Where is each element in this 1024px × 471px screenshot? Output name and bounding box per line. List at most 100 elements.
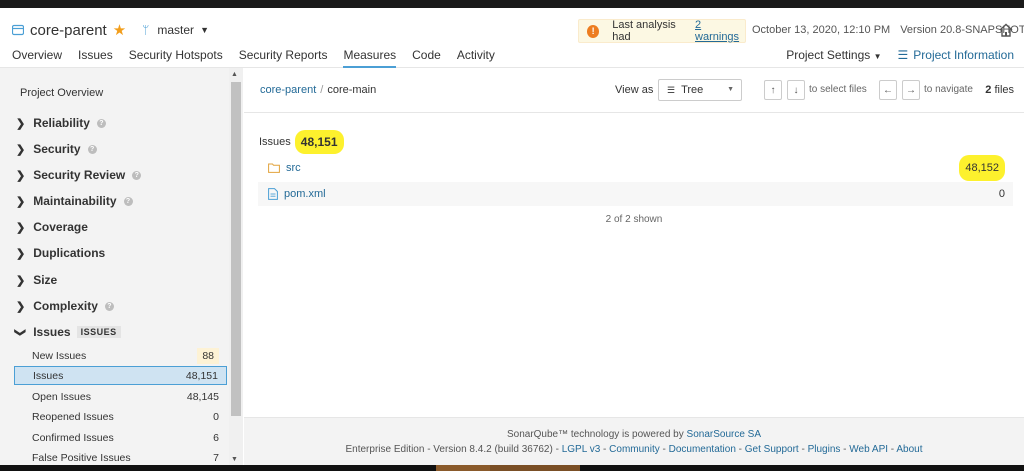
metric-header: Issues 48,151 [259, 130, 344, 154]
warning-icon: ! [587, 24, 600, 38]
metric-label: New Issues [32, 349, 87, 362]
component-row[interactable]: pom.xml 0 [258, 182, 1013, 206]
tab-code[interactable]: Code [412, 48, 441, 68]
component-name[interactable]: pom.xml [268, 188, 326, 200]
chevron-right-icon: ❯ [16, 143, 26, 156]
footer-link-web-api[interactable]: Web API [849, 444, 888, 455]
sidebar-item-coverage[interactable]: ❯ Coverage [16, 220, 88, 234]
project-settings-menu[interactable]: Project Settings ▼ [786, 48, 881, 62]
project-icon [12, 24, 24, 36]
tab-activity[interactable]: Activity [457, 48, 495, 68]
footer-link-about[interactable]: About [896, 444, 922, 455]
chevron-right-icon: ❯ [16, 247, 26, 260]
help-icon[interactable]: ? [104, 301, 114, 311]
metric-new-issues[interactable]: New Issues 88 [14, 346, 227, 365]
branch-name: master [157, 23, 195, 37]
sidebar-item-size[interactable]: ❯ Size [16, 273, 57, 287]
component-row[interactable]: src 48,152 [258, 155, 1013, 181]
tab-security-reports[interactable]: Security Reports [239, 48, 328, 68]
sidebar-item-security[interactable]: ❯ Security ? [16, 142, 97, 156]
sonarsource-link[interactable]: SonarSource SA [687, 429, 762, 440]
footer-link-community[interactable]: Community [609, 444, 660, 455]
help-icon[interactable]: ? [87, 144, 97, 154]
sidebar-item-label: Reliability [33, 116, 90, 130]
sidebar-item-security-review[interactable]: ❯ Security Review ? [16, 168, 142, 182]
arrow-right-key-icon[interactable]: → [902, 80, 920, 100]
chevron-down-icon: ❯ [14, 327, 27, 337]
arrow-up-key-icon[interactable]: ↑ [764, 80, 782, 100]
footer-link-license[interactable]: LGPL v3 [562, 444, 601, 455]
sidebar-item-label: Coverage [33, 220, 88, 234]
component-value: 48,152 [959, 155, 1005, 181]
help-icon[interactable]: ? [96, 118, 106, 128]
metric-header-label: Issues [259, 136, 291, 148]
metric-confirmed-issues[interactable]: Confirmed Issues 6 [14, 428, 227, 447]
arrow-left-key-icon[interactable]: ← [879, 80, 897, 100]
sidebar-item-issues[interactable]: ❯ Issues ISSUES [14, 325, 121, 339]
chevron-right-icon: ❯ [16, 274, 26, 287]
chevron-down-icon: ▼ [727, 86, 734, 93]
scroll-up-icon[interactable]: ▲ [231, 71, 238, 78]
project-name[interactable]: core-parent [30, 22, 107, 39]
favorite-star-icon[interactable]: ★ [113, 21, 126, 39]
nav-right: Project Settings ▼ ☰ Project Information [786, 48, 1014, 62]
project-information-link[interactable]: ☰ Project Information [898, 48, 1014, 62]
footer-link-documentation[interactable]: Documentation [669, 444, 736, 455]
files-count-value: 2 [985, 84, 992, 96]
sidebar-item-complexity[interactable]: ❯ Complexity ? [16, 299, 114, 313]
help-icon[interactable]: ? [132, 170, 142, 180]
tab-security-hotspots[interactable]: Security Hotspots [129, 48, 223, 68]
sidebar-item-duplications[interactable]: ❯ Duplications [16, 246, 105, 260]
footer-edition: Enterprise Edition - Version 8.4.2 (buil… [345, 444, 559, 455]
tab-measures[interactable]: Measures [343, 48, 397, 68]
help-icon[interactable]: ? [123, 196, 133, 206]
shown-count: 2 of 2 shown [605, 214, 663, 225]
project-nav: Overview Issues Security Hotspots Securi… [12, 48, 511, 68]
sidebar-scroll-thumb[interactable] [231, 82, 241, 416]
warning-text: Last analysis had [612, 19, 676, 43]
branch-icon: ᛘ [142, 23, 150, 37]
scroll-down-icon[interactable]: ▼ [231, 456, 238, 463]
chevron-right-icon: ❯ [16, 300, 26, 313]
project-information-label: Project Information [913, 48, 1014, 62]
component-label: src [286, 162, 301, 174]
measures-sidebar: Project Overview ❯ Reliability ? ❯ Secur… [0, 68, 243, 471]
chevron-down-icon: ▼ [873, 52, 882, 61]
project-title-row: core-parent ★ ᛘ master ▼ [12, 20, 209, 40]
breadcrumb-root[interactable]: core-parent [260, 84, 316, 96]
sidebar-item-label: Issues [33, 325, 71, 339]
sidebar-item-maintainability[interactable]: ❯ Maintainability ? [16, 194, 133, 208]
metric-label: Reopened Issues [32, 410, 114, 423]
arrow-down-key-icon[interactable]: ↓ [787, 80, 805, 100]
sidebar-item-reliability[interactable]: ❯ Reliability ? [16, 116, 106, 130]
metric-issues[interactable]: Issues 48,151 [14, 366, 227, 385]
tab-overview[interactable]: Overview [12, 48, 62, 68]
sidebar-item-label: Security Review [33, 168, 126, 182]
sidebar-item-label: Size [33, 273, 58, 287]
metric-open-issues[interactable]: Open Issues 48,145 [14, 387, 227, 406]
sidebar-item-label: Complexity [33, 299, 98, 313]
taskbar-segment [490, 465, 580, 471]
metric-value: 88 [197, 347, 219, 364]
metric-value: 0 [213, 410, 219, 423]
files-count: 2 files [985, 84, 1014, 96]
folder-icon [268, 163, 280, 173]
home-icon[interactable] [998, 22, 1014, 38]
view-mode-select[interactable]: ☰ Tree ▼ [658, 79, 742, 101]
branch-selector[interactable]: ᛘ master ▼ [142, 23, 209, 37]
metric-label: Open Issues [32, 390, 91, 403]
footer-link-plugins[interactable]: Plugins [808, 444, 841, 455]
metric-value: 6 [213, 431, 219, 444]
metric-value: 48,145 [186, 390, 219, 403]
sidebar-title[interactable]: Project Overview [20, 87, 103, 99]
chevron-right-icon: ❯ [16, 221, 26, 234]
warnings-link[interactable]: 2 warnings [695, 19, 745, 43]
footer-link-support[interactable]: Get Support [745, 444, 799, 455]
component-name[interactable]: src [268, 162, 301, 174]
list-icon: ☰ [897, 48, 909, 62]
metric-reopened-issues[interactable]: Reopened Issues 0 [14, 407, 227, 426]
metric-label: Issues [33, 369, 64, 382]
tab-issues[interactable]: Issues [78, 48, 113, 68]
component-label: pom.xml [284, 188, 326, 200]
breadcrumb: core-parent / core-main [260, 84, 376, 96]
